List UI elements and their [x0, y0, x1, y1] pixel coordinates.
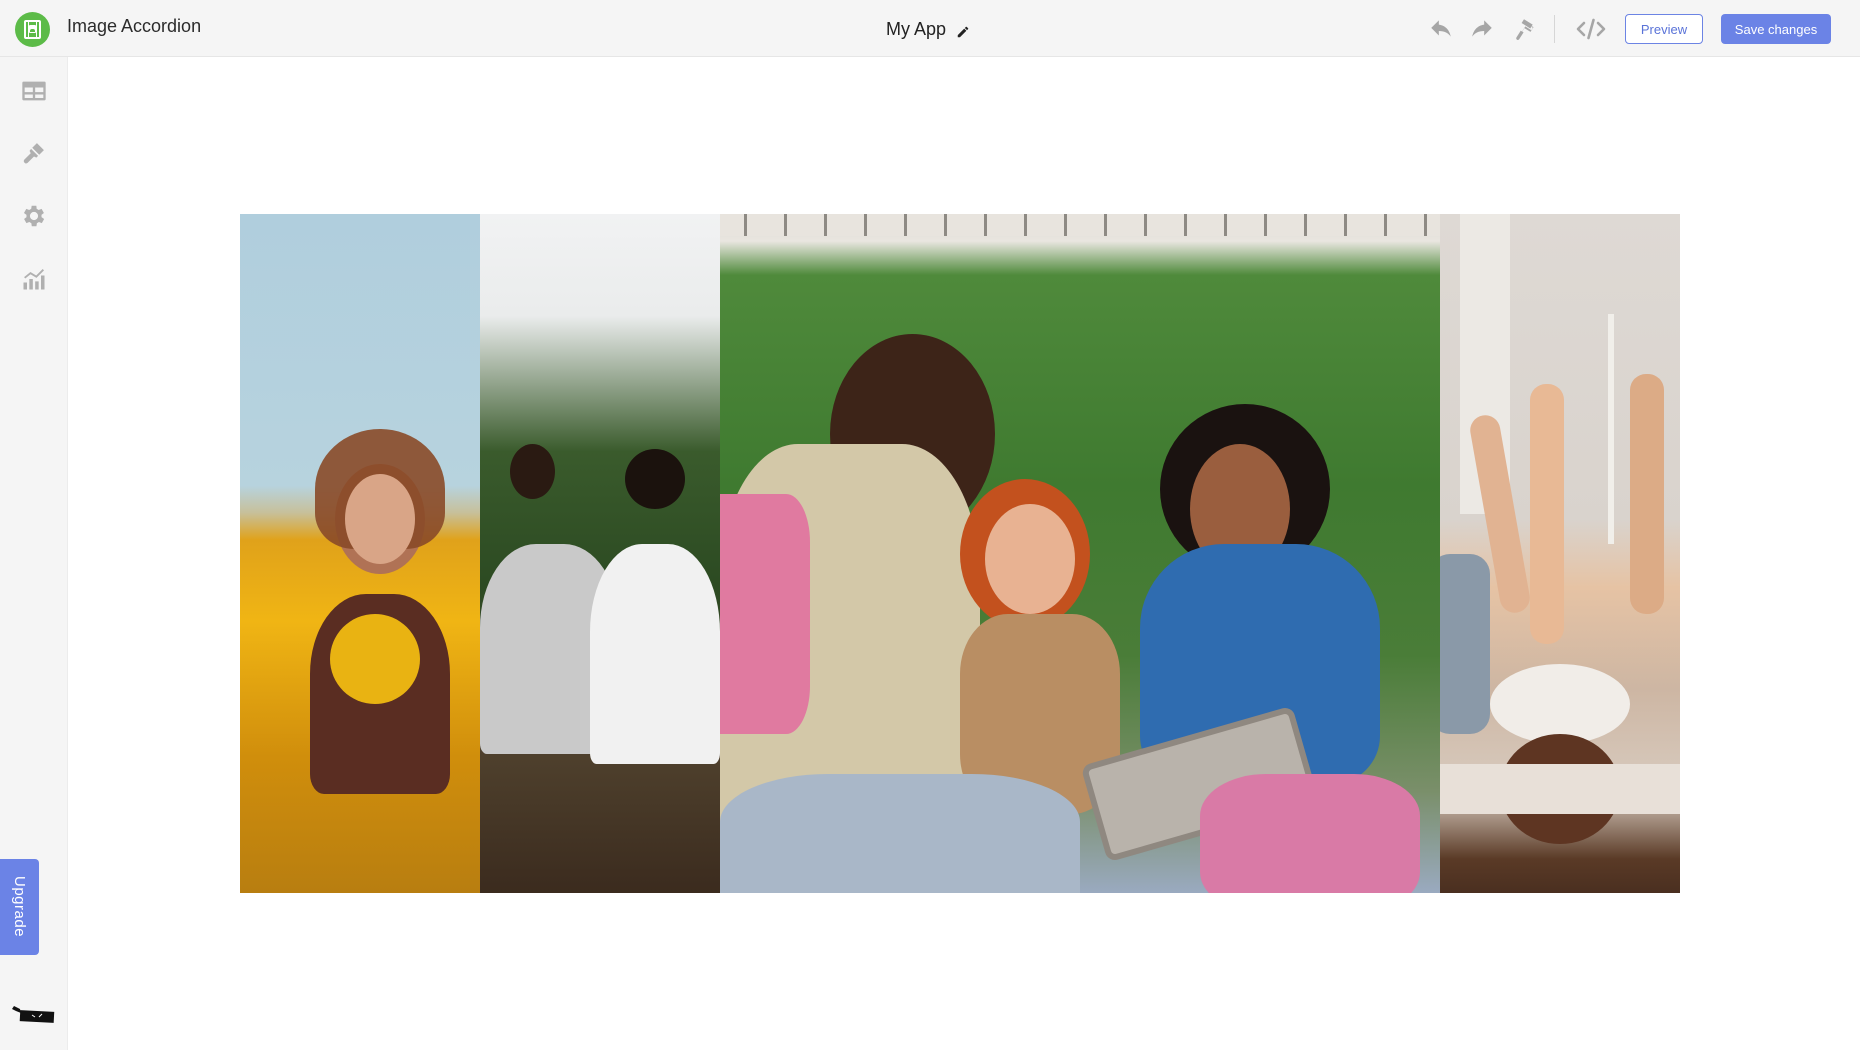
accordion-panel-friends-bed[interactable] — [1440, 214, 1680, 893]
ninja-logo-icon — [8, 1002, 56, 1026]
upgrade-button[interactable]: Upgrade — [0, 859, 39, 955]
code-icon[interactable] — [1575, 16, 1607, 42]
project-title-container[interactable]: My App — [886, 19, 970, 40]
image-accordion — [240, 214, 1680, 893]
table-layout-icon[interactable] — [20, 77, 48, 105]
chart-icon[interactable] — [20, 265, 48, 293]
sidebar: Upgrade — [0, 57, 68, 1050]
paintbrush-icon[interactable] — [20, 139, 48, 167]
save-changes-button[interactable]: Save changes — [1721, 14, 1831, 44]
upgrade-label: Upgrade — [11, 876, 28, 938]
accordion-panel-friends-laughing[interactable] — [720, 214, 1440, 893]
project-title[interactable]: My App — [886, 19, 946, 40]
app-name: Image Accordion — [67, 16, 202, 36]
accordion-panel-sunflower[interactable] — [240, 214, 480, 893]
paint-roller-icon[interactable] — [1511, 16, 1537, 42]
top-toolbar: Image Accordion My App Preview Save chan… — [0, 0, 1860, 57]
redo-icon[interactable] — [1469, 16, 1495, 42]
image-accordion-logo-icon — [15, 12, 50, 47]
accordion-panel-hillside[interactable] — [480, 214, 720, 893]
preview-button[interactable]: Preview — [1625, 14, 1703, 44]
gear-icon[interactable] — [20, 202, 48, 230]
toolbar-divider — [1554, 15, 1555, 43]
pencil-icon[interactable] — [956, 23, 970, 37]
undo-icon[interactable] — [1428, 16, 1454, 42]
